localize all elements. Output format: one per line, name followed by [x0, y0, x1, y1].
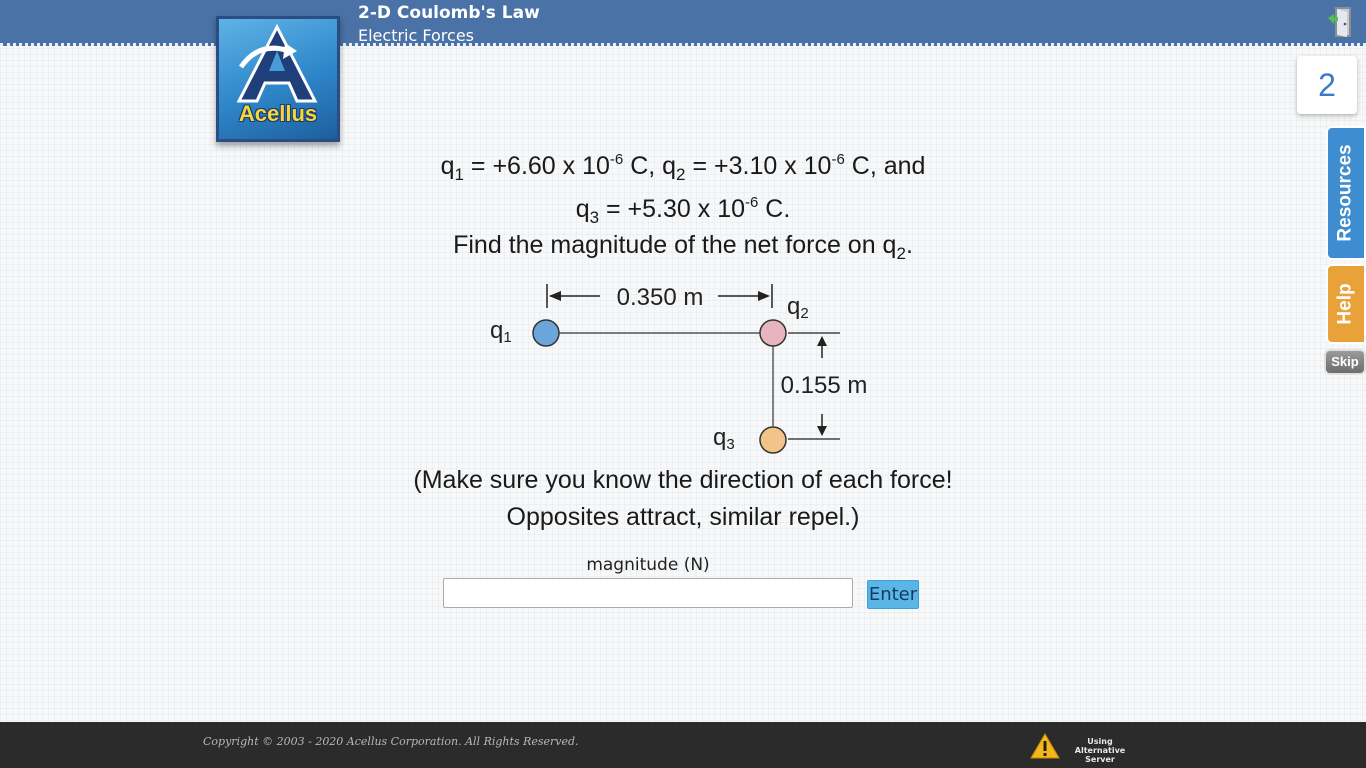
- q3-label: q3: [713, 424, 735, 453]
- door-exit-icon[interactable]: [1326, 4, 1358, 40]
- charge-diagram: 0.350 m 0.155 m q1 q2 q3: [470, 276, 890, 458]
- charge-q1: [532, 319, 560, 347]
- logo-text: Acellus: [238, 101, 318, 126]
- skip-button[interactable]: Skip: [1324, 349, 1366, 375]
- magnitude-input[interactable]: [443, 578, 853, 608]
- help-tab[interactable]: Help: [1326, 264, 1366, 344]
- server-status: Using Alternative Server: [1074, 737, 1126, 764]
- q2-label: q2: [787, 293, 809, 322]
- warning-icon: [1030, 732, 1060, 760]
- help-label: Help: [1335, 283, 1356, 325]
- enter-button[interactable]: Enter: [867, 580, 919, 609]
- header-bar: 2-D Coulomb's Law Electric Forces: [0, 0, 1366, 46]
- answer-label: magnitude (N): [586, 555, 710, 575]
- resources-tab[interactable]: Resources: [1326, 126, 1366, 260]
- charge-q3: [759, 426, 787, 454]
- resources-label: Resources: [1335, 144, 1357, 242]
- lesson-title: 2-D Coulomb's Law: [358, 3, 540, 23]
- lesson-subtitle: Electric Forces: [358, 26, 474, 45]
- question-line-1: q1 = +6.60 x 10-6 C, q2 = +3.10 x 10-6 C…: [440, 151, 926, 184]
- footer-bar: Copyright © 2003 - 2020 Acellus Corporat…: [0, 722, 1366, 768]
- hint-note: (Make sure you know the direction of eac…: [300, 462, 1066, 536]
- question-line-2: q3 = +5.30 x 10-6 C.: [575, 194, 791, 227]
- copyright-text: Copyright © 2003 - 2020 Acellus Corporat…: [203, 735, 579, 748]
- hint-line-1: (Make sure you know the direction of eac…: [413, 466, 953, 494]
- acellus-logo: Acellus: [216, 16, 340, 142]
- charge-q2: [759, 319, 787, 347]
- q1-label: q1: [490, 317, 512, 346]
- question-number: 2: [1297, 56, 1357, 114]
- question-line-3: Find the magnitude of the net force on q…: [453, 231, 913, 263]
- horizontal-distance-label: 0.350 m: [617, 284, 704, 311]
- hint-line-2: Opposites attract, similar repel.): [506, 503, 860, 531]
- question-text: q1 = +6.60 x 10-6 C, q2 = +3.10 x 10-6 C…: [300, 138, 1066, 267]
- vertical-distance-label: 0.155 m: [781, 372, 868, 399]
